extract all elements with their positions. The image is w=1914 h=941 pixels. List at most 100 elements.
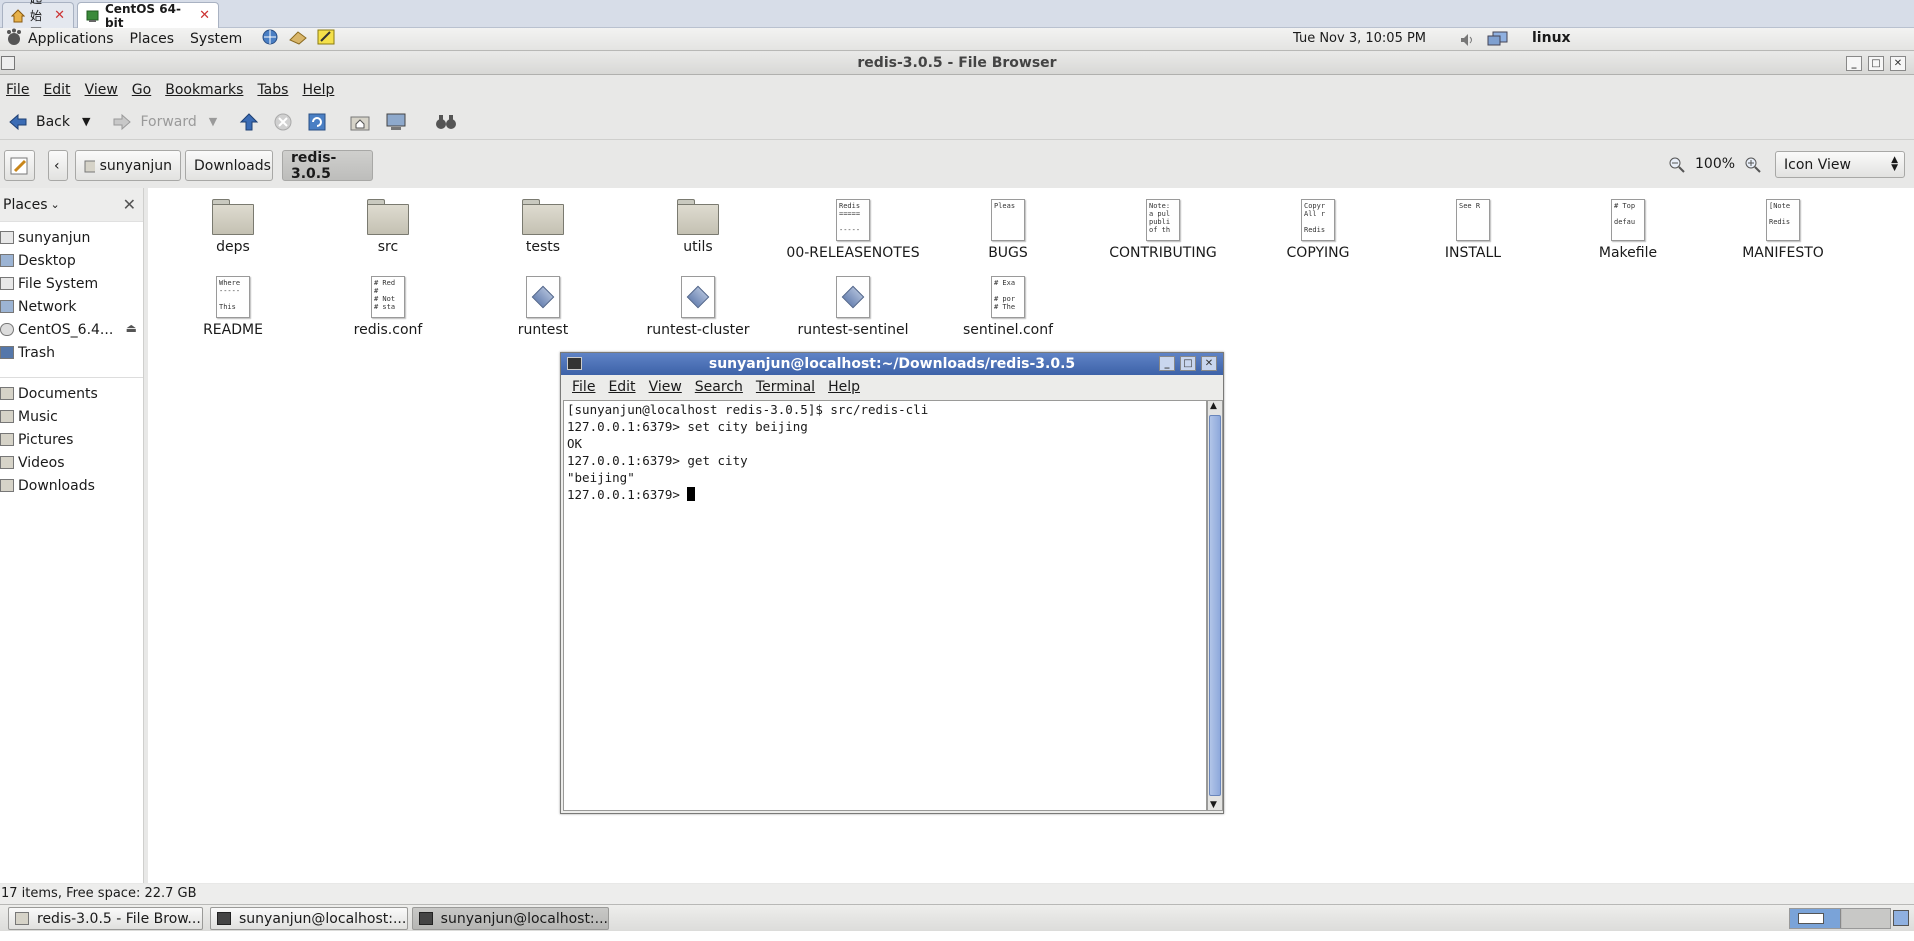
window-menu-icon[interactable] [1,56,15,70]
view-mode-select[interactable]: Icon View ▲ ▼ [1775,151,1905,178]
scroll-up-icon[interactable]: ▲ [1210,401,1217,411]
panel-user[interactable]: linux [1532,30,1571,46]
menu-go[interactable]: Go [132,82,151,98]
show-desktop-icon[interactable] [1893,910,1909,926]
taskbar-item-file-browser[interactable]: redis-3.0.5 - File Brow... [8,907,203,930]
back-button[interactable]: Back ▼ [8,113,90,131]
terminal-window[interactable]: sunyanjun@localhost:~/Downloads/redis-3.… [560,352,1224,814]
file-item-redis-conf[interactable]: # Red # # Not # sta redis.conf [313,276,463,338]
maximize-button[interactable]: □ [1868,56,1884,71]
close-icon[interactable]: ✕ [123,195,136,214]
file-item-deps[interactable]: deps [158,199,308,255]
sidebar-item-videos[interactable]: Videos [0,451,143,474]
chevron-down-icon[interactable]: ⌄ [51,198,60,211]
breadcrumb-sunyanjun[interactable]: sunyanjun [75,150,181,181]
menu-file[interactable]: File [6,82,29,98]
file-item-runtest-sentinel[interactable]: runtest-sentinel [778,276,928,338]
file-item-contributing[interactable]: Note: a pul publi of th CONTRIBUTING [1088,199,1238,261]
computer-button[interactable] [385,112,407,132]
terminal-output[interactable]: [sunyanjun@localhost redis-3.0.5]$ src/r… [563,400,1207,811]
menu-view[interactable]: View [85,82,118,98]
network-icon[interactable] [1487,31,1509,52]
mail-launcher-icon[interactable] [288,28,308,50]
file-item-tests[interactable]: tests [468,199,618,255]
minimize-button[interactable]: _ [1159,356,1175,371]
file-item-runtest[interactable]: runtest [468,276,618,338]
workspace-switcher[interactable] [1789,908,1891,929]
terminal-menu-search[interactable]: Search [695,379,743,395]
up-button[interactable] [239,112,259,132]
notes-launcher-icon[interactable] [316,28,336,50]
toggle-location-button[interactable] [4,150,35,181]
file-item-00-releasenotes[interactable]: Redis ===== ----- 00-RELEASENOTES [778,199,928,261]
terminal-titlebar[interactable]: sunyanjun@localhost:~/Downloads/redis-3.… [561,353,1223,375]
breadcrumb-redis[interactable]: redis-3.0.5 [282,150,373,182]
file-item-copying[interactable]: Copyr All r Redis COPYING [1243,199,1393,261]
sidebar-header[interactable]: Places ⌄ ✕ [0,188,143,222]
terminal-menu-edit[interactable]: Edit [608,379,635,395]
eject-icon[interactable]: ⏏ [126,321,137,335]
file-item-readme[interactable]: Where ----- This README [158,276,308,338]
sidebar-item-cdrom[interactable]: CentOS_6.4... ⏏ [0,318,143,341]
terminal-scrollbar[interactable]: ▲ ▼ [1207,400,1223,811]
menu-tabs[interactable]: Tabs [257,82,288,98]
minimize-button[interactable]: _ [1846,56,1862,71]
host-tab-start[interactable]: 起始页 ✕ [2,0,74,40]
chevron-down-icon[interactable]: ▼ [82,115,90,128]
panel-clock[interactable]: Tue Nov 3, 10:05 PM [1293,31,1426,46]
menu-bookmarks[interactable]: Bookmarks [165,82,243,98]
scrollbar-thumb[interactable] [1209,415,1221,796]
sidebar-item-desktop[interactable]: Desktop [0,249,143,272]
terminal-menu-view[interactable]: View [649,379,682,395]
panel-menu-places[interactable]: Places [130,31,175,47]
terminal-app-icon[interactable] [567,357,582,370]
file-item-runtest-cluster[interactable]: runtest-cluster [623,276,773,338]
taskbar-item-terminal-1[interactable]: sunyanjun@localhost:... [210,907,408,930]
browser-launcher-icon[interactable] [260,28,280,50]
volume-icon[interactable] [1459,32,1475,52]
sidebar-item-pictures[interactable]: Pictures [0,428,143,451]
close-icon[interactable]: ✕ [54,8,65,23]
menu-edit[interactable]: Edit [43,82,70,98]
file-item-utils[interactable]: utils [623,199,773,255]
terminal-menu-file[interactable]: File [572,379,595,395]
home-button[interactable] [349,112,371,132]
sidebar-item-home[interactable]: sunyanjun [0,226,143,249]
search-button[interactable] [435,112,457,132]
file-item-sentinel-conf[interactable]: # Exa # por # The sentinel.conf [933,276,1083,338]
menu-help[interactable]: Help [302,82,334,98]
sidebar-item-music[interactable]: Music [0,405,143,428]
breadcrumb-scroll-left[interactable]: ‹ [48,150,68,181]
terminal-menu-terminal[interactable]: Terminal [756,379,815,395]
file-item-bugs[interactable]: Pleas BUGS [933,199,1083,261]
sidebar-item-documents[interactable]: Documents [0,382,143,405]
reload-button[interactable] [307,112,327,132]
gnome-foot-icon[interactable] [5,28,22,50]
stop-button[interactable] [273,112,293,132]
host-tab-centos[interactable]: CentOS 64-bit ✕ [77,2,219,30]
file-item-src[interactable]: src [313,199,463,255]
maximize-button[interactable]: □ [1180,356,1196,371]
sidebar-item-filesystem[interactable]: File System [0,272,143,295]
breadcrumb-downloads[interactable]: Downloads [185,150,273,181]
close-button[interactable]: ✕ [1201,356,1217,371]
forward-button[interactable]: Forward ▼ [112,113,217,131]
workspace-1[interactable] [1790,909,1841,928]
sidebar-item-network[interactable]: Network [0,295,143,318]
taskbar-item-terminal-2[interactable]: sunyanjun@localhost:... [412,907,609,930]
close-icon[interactable]: ✕ [199,8,210,23]
panel-menu-system[interactable]: System [190,31,242,47]
scroll-down-icon[interactable]: ▼ [1210,800,1217,810]
file-item-install[interactable]: See R INSTALL [1398,199,1548,261]
zoom-out-icon[interactable] [1668,156,1686,178]
close-button[interactable]: ✕ [1890,56,1906,71]
file-item-makefile[interactable]: # Top defau Makefile [1553,199,1703,261]
chevron-down-icon[interactable]: ▼ [209,115,217,128]
panel-menu-applications[interactable]: Applications [28,31,114,47]
terminal-menu-help[interactable]: Help [828,379,860,395]
file-item-manifesto[interactable]: [Note Redis MANIFESTO [1708,199,1858,261]
file-browser-titlebar[interactable]: redis-3.0.5 - File Browser _ □ ✕ [0,52,1914,75]
sidebar-item-downloads[interactable]: Downloads [0,474,143,497]
workspace-2[interactable] [1842,909,1890,928]
zoom-in-icon[interactable] [1744,156,1762,178]
